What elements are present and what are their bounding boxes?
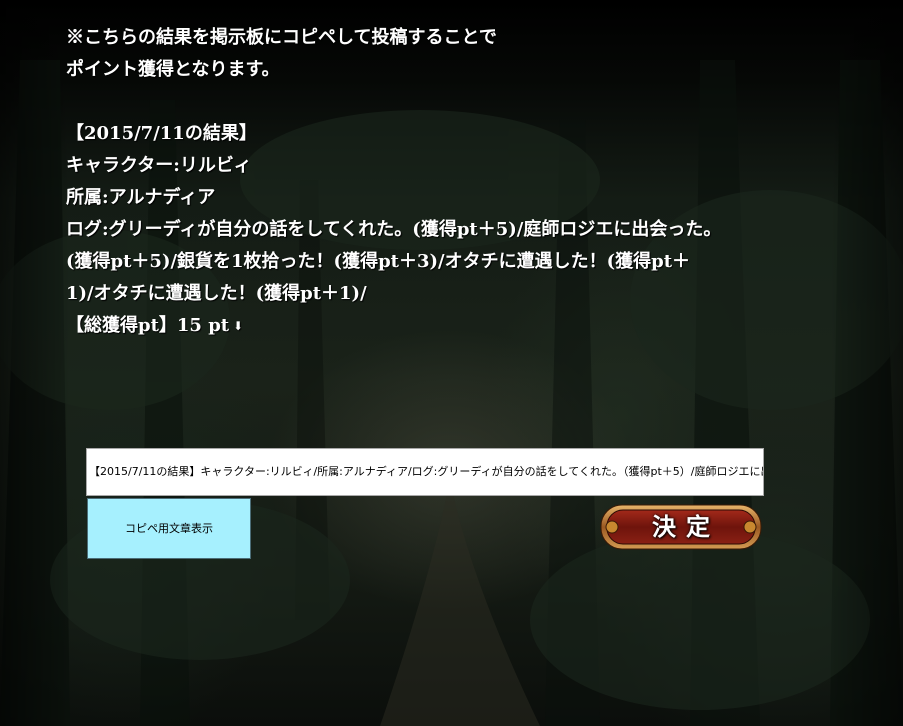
- result-text-block: ※こちらの結果を掲示板にコピペして投稿することで ポイント獲得となります。 【2…: [66, 22, 866, 342]
- result-log-line-3: 1)/オタチに遭遇した！(獲得pt＋1)/: [66, 283, 367, 304]
- notice-line-1: ※こちらの結果を掲示板にコピペして投稿することで: [66, 27, 497, 48]
- result-log-line-1: ログ:グリーディが自分の話をしてくれた。(獲得pt＋5)/庭師ロジエに出会った。: [66, 219, 722, 240]
- result-total-row: 【総獲得pt】15 pt ⬇: [66, 310, 866, 342]
- down-arrow-icon: ⬇: [233, 319, 244, 333]
- show-copy-text-button[interactable]: コピペ用文章表示: [87, 498, 251, 559]
- result-header: 【2015/7/11の結果】: [66, 123, 257, 144]
- result-total: 【総獲得pt】15 pt: [66, 315, 230, 336]
- result-character: キャラクター:リルビィ: [66, 155, 252, 176]
- decide-button-label: 決定: [652, 512, 720, 541]
- result-affiliation: 所属:アルナディア: [66, 187, 216, 208]
- notice-line-2: ポイント獲得となります。: [66, 59, 280, 80]
- result-log-line-2: (獲得pt＋5)/銀貨を1枚拾った！(獲得pt＋3)/オタチに遭遇した！(獲得p…: [66, 251, 691, 272]
- copy-text-field[interactable]: 【2015/7/11の結果】キャラクター:リルビィ/所属:アルナディア/ログ:グ…: [86, 448, 764, 496]
- decide-button[interactable]: 決定: [600, 504, 762, 550]
